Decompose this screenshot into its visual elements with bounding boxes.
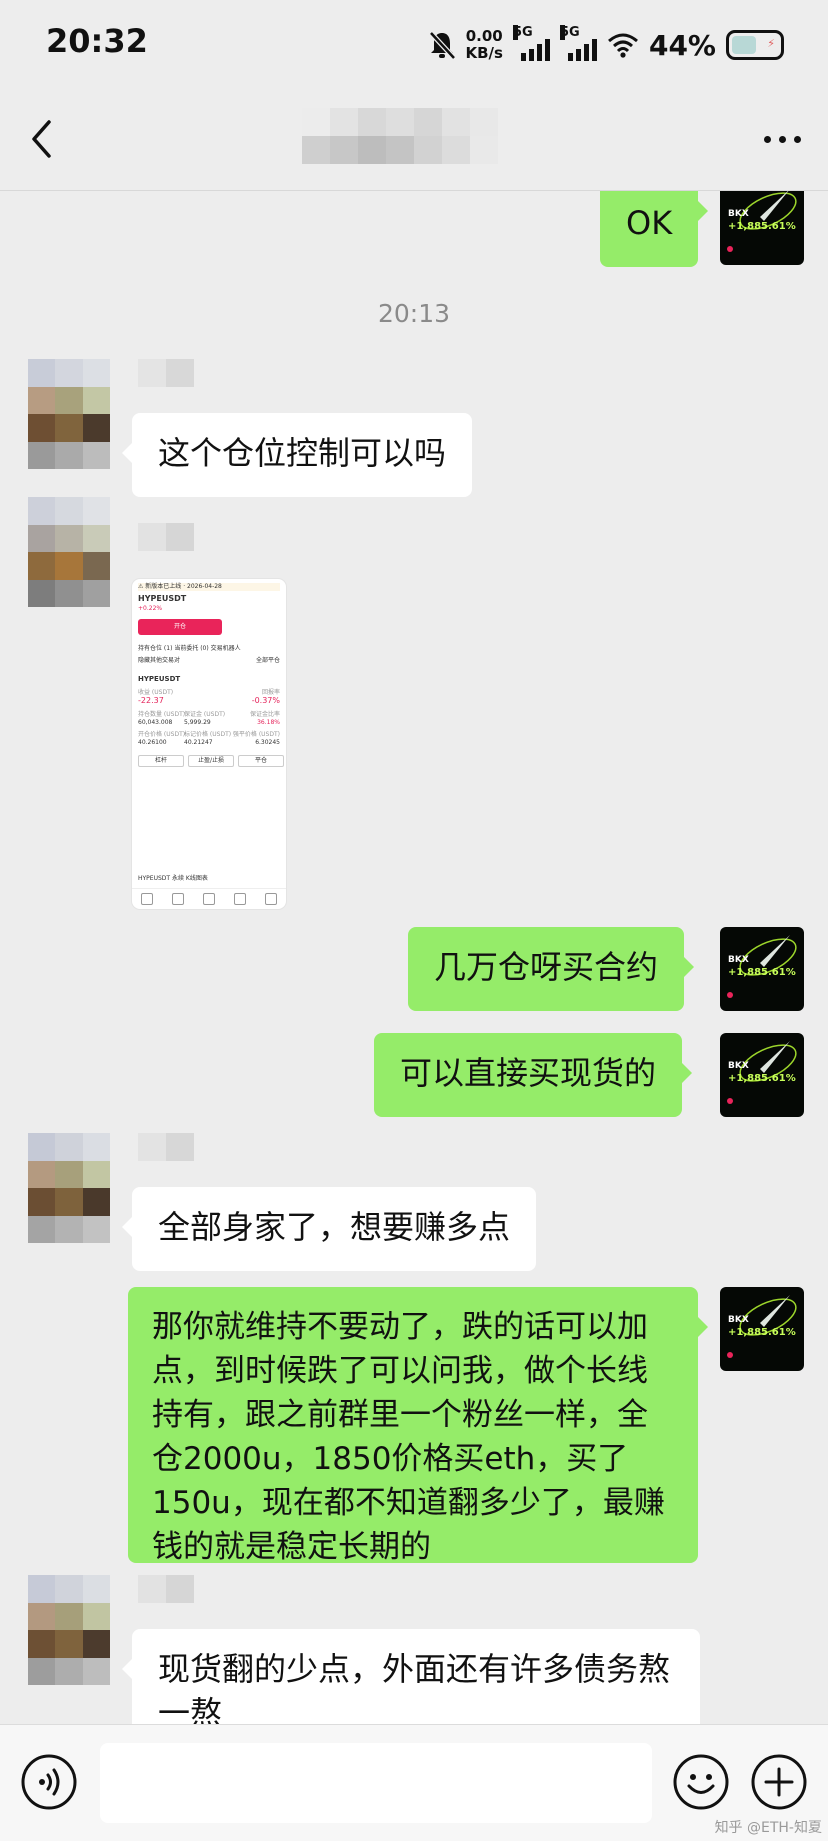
contact-nickname-blurred	[138, 1575, 194, 1603]
avatar-brand: BKX	[728, 1061, 749, 1071]
self-avatar[interactable]: BKX +1,885.61%	[720, 927, 804, 1011]
contact-avatar[interactable]	[28, 359, 110, 469]
shot-close-all: 全部平仓	[255, 657, 280, 664]
back-button[interactable]	[22, 114, 62, 164]
message-bubble-outgoing[interactable]: 可以直接买现货的	[374, 1033, 693, 1117]
contact-avatar[interactable]	[28, 1575, 110, 1685]
chevron-left-icon	[32, 120, 51, 158]
contact-avatar[interactable]	[28, 497, 110, 607]
avatar-brand: BKX	[728, 1315, 749, 1325]
emoji-icon	[673, 1754, 729, 1810]
more-features-button[interactable]	[750, 1753, 808, 1811]
self-avatar[interactable]: BKX +1,885.61%	[720, 1287, 804, 1371]
chat-title-blurred	[302, 108, 498, 164]
chat-header	[0, 88, 828, 191]
plus-circle-icon	[751, 1754, 807, 1810]
message-bubble-incoming[interactable]: 现货翻的少点，外面还有许多债务熬一熬	[122, 1629, 700, 1724]
avatar-gain: +1,885.61%	[728, 1073, 796, 1084]
message-timestamp: 20:13	[377, 299, 451, 328]
shot-ratio-value: 36.18%	[257, 719, 280, 726]
voice-button[interactable]	[20, 1753, 78, 1811]
message-bubble-incoming[interactable]: 这个仓位控制可以吗	[121, 413, 473, 497]
shot-action-buttons: 杠杆 止盈/止损 平仓	[138, 755, 284, 767]
shot-header: ⚠ 新版本已上线 · 2026-04-28	[138, 583, 280, 591]
shot-footer: HYPEUSDT 永续 K线图表	[138, 875, 208, 882]
status-bar: 20:32 0.00 KB/s 5G 5G 44% ⚡	[0, 0, 828, 88]
input-bar: 知乎 @ETH-知夏	[0, 1724, 828, 1841]
signal-sim1-icon: 5G	[512, 25, 550, 61]
status-icons: 0.00 KB/s 5G 5G 44% ⚡	[428, 24, 784, 66]
voice-icon	[21, 1754, 77, 1810]
message-list[interactable]: OK BKX +1,885.61% 20:13 这个仓位控制可以吗 ⚠ 新版本已…	[0, 191, 828, 1724]
shot-close-button: 平仓	[238, 755, 284, 767]
net-speed-value: 0.00	[465, 27, 503, 45]
message-bubble-outgoing[interactable]: OK	[600, 191, 709, 267]
more-options-button[interactable]	[760, 124, 804, 154]
shot-ratio-label: 保证金比率	[249, 711, 280, 718]
shot-liq-value: 6.30245	[255, 739, 280, 746]
net-speed: 0.00 KB/s	[466, 28, 503, 62]
avatar-gain: +1,885.61%	[728, 967, 796, 978]
shot-tab-bar	[132, 888, 286, 909]
shot-roe-value: -0.37%	[251, 696, 280, 705]
sim1-label: 5G	[512, 25, 533, 40]
battery-percent: 44%	[648, 28, 716, 62]
more-dots-icon	[763, 135, 771, 143]
shot-tpsl-button: 止盈/止损	[188, 755, 234, 767]
watermark: 知乎 @ETH-知夏	[714, 1820, 822, 1836]
avatar-gain: +1,885.61%	[728, 1327, 796, 1338]
shot-tabs: 持有仓位 (1) 当前委托 (0) 交易机器人	[138, 645, 241, 652]
emoji-button[interactable]	[672, 1753, 730, 1811]
avatar-brand: BKX	[728, 209, 749, 219]
bell-off-icon	[428, 31, 456, 60]
sim2-label: 5G	[559, 25, 580, 40]
shot-symbol: HYPEUSDT	[138, 594, 187, 603]
avatar-gain: +1,885.61%	[728, 221, 796, 232]
shot-position-name: HYPEUSDT	[138, 675, 181, 683]
shot-change: +0.22%	[138, 605, 163, 612]
net-speed-unit: KB/s	[465, 44, 503, 62]
shot-liq-label: 强平价格 (USDT)	[232, 731, 280, 738]
message-bubble-incoming[interactable]: 全部身家了，想要赚多点	[121, 1187, 537, 1271]
shot-open-button: 开仓	[138, 619, 222, 635]
contact-nickname-blurred	[138, 1133, 194, 1161]
self-avatar[interactable]: BKX +1,885.61%	[720, 191, 804, 265]
shared-image-screenshot[interactable]: ⚠ 新版本已上线 · 2026-04-28 HYPEUSDT +0.22% 开仓…	[132, 579, 286, 909]
self-avatar[interactable]: BKX +1,885.61%	[720, 1033, 804, 1117]
battery-icon: ⚡	[726, 30, 784, 60]
message-input[interactable]	[100, 1743, 652, 1823]
contact-nickname-blurred	[138, 523, 194, 551]
avatar-brand: BKX	[728, 955, 749, 965]
wifi-icon	[607, 33, 638, 58]
message-bubble-outgoing[interactable]: 那你就维持不要动了，跌的话可以加点，到时候跌了可以问我，做个长线持有，跟之前群里…	[128, 1287, 708, 1565]
status-time: 20:32	[46, 22, 148, 60]
message-bubble-outgoing[interactable]: 几万仓呀买合约	[408, 927, 695, 1011]
signal-sim2-icon: 5G	[559, 25, 597, 61]
shot-leverage-button: 杠杆	[138, 755, 184, 767]
contact-avatar[interactable]	[28, 1133, 110, 1243]
contact-nickname-blurred	[138, 359, 194, 387]
